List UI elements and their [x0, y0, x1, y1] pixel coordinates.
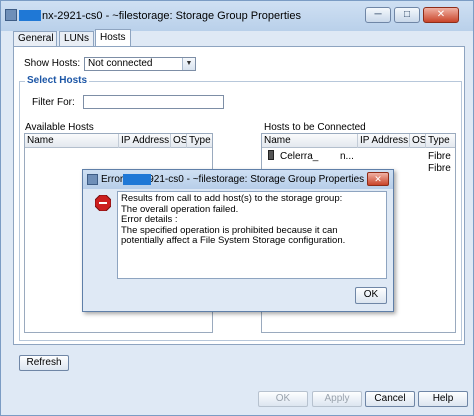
error-message-line: Error details :	[121, 214, 178, 225]
apply-button[interactable]: Apply	[312, 391, 362, 407]
refresh-label: Refresh	[26, 357, 62, 368]
show-hosts-value: Not connected	[88, 58, 153, 69]
redacted-host-name	[123, 174, 151, 185]
host-type-cell: Fibre	[428, 163, 451, 174]
error-message-line: Results from call to add host(s) to the …	[121, 193, 343, 204]
tab-general[interactable]: General	[13, 31, 57, 46]
minimize-button[interactable]: ─	[365, 7, 391, 23]
tab-hosts[interactable]: Hosts	[95, 29, 131, 46]
redacted-host-name	[19, 10, 41, 21]
table-header: Name IP Address OS Type	[262, 134, 455, 148]
column-header-name[interactable]: Name	[262, 134, 358, 148]
column-header-ip-address[interactable]: IP Address	[358, 134, 410, 148]
filter-label: Filter For:	[32, 97, 75, 108]
host-type-cell: Fibre	[428, 151, 451, 162]
app-icon	[87, 174, 98, 185]
column-header-type[interactable]: Type	[426, 134, 455, 148]
available-hosts-label: Available Hosts	[25, 122, 94, 133]
show-hosts-select[interactable]: Not connected ▼	[84, 57, 196, 71]
error-ok-button[interactable]: OK	[355, 287, 387, 304]
host-name-cell: Celerra_	[280, 151, 319, 162]
maximize-button[interactable]: □	[394, 7, 420, 23]
window-title: nx-2921-cs0 - ~filestorage: Storage Grou…	[42, 10, 301, 22]
host-ip-cell: n...	[340, 151, 354, 162]
show-hosts-label: Show Hosts:	[24, 58, 81, 69]
refresh-button[interactable]: Refresh	[19, 355, 69, 371]
cancel-button[interactable]: Cancel	[365, 391, 415, 407]
error-message-line: potentially affect a File System Storage…	[121, 235, 346, 246]
column-header-ip-address[interactable]: IP Address	[119, 134, 171, 148]
hosts-to-be-connected-label: Hosts to be Connected	[264, 122, 366, 133]
filter-input[interactable]	[83, 95, 224, 109]
error-dialog-title-bar[interactable]: Error: nx-2921-cs0 - ~filestorage: Stora…	[83, 170, 393, 189]
ok-button[interactable]: OK	[258, 391, 308, 407]
app-icon	[5, 9, 17, 21]
column-header-os[interactable]: OS	[410, 134, 426, 148]
chevron-down-icon[interactable]: ▼	[182, 58, 195, 70]
column-header-name[interactable]: Name	[25, 134, 119, 148]
error-dialog-close-button[interactable]: ✕	[367, 172, 389, 186]
select-hosts-title: Select Hosts	[25, 75, 90, 86]
server-icon	[268, 150, 274, 160]
table-header: Name IP Address OS Type	[25, 134, 212, 148]
help-button[interactable]: Help	[418, 391, 468, 407]
column-header-os[interactable]: OS	[171, 134, 187, 148]
error-dialog: Error: nx-2921-cs0 - ~filestorage: Stora…	[82, 169, 394, 312]
error-message-box: Results from call to add host(s) to the …	[117, 191, 387, 279]
column-header-type[interactable]: Type	[187, 134, 212, 148]
storage-group-properties-window: nx-2921-cs0 - ~filestorage: Storage Grou…	[0, 0, 474, 416]
tab-luns[interactable]: LUNs	[59, 31, 94, 46]
error-stop-icon	[95, 195, 111, 211]
title-bar[interactable]: nx-2921-cs0 - ~filestorage: Storage Grou…	[1, 1, 473, 31]
close-button[interactable]: ✕	[423, 7, 459, 23]
